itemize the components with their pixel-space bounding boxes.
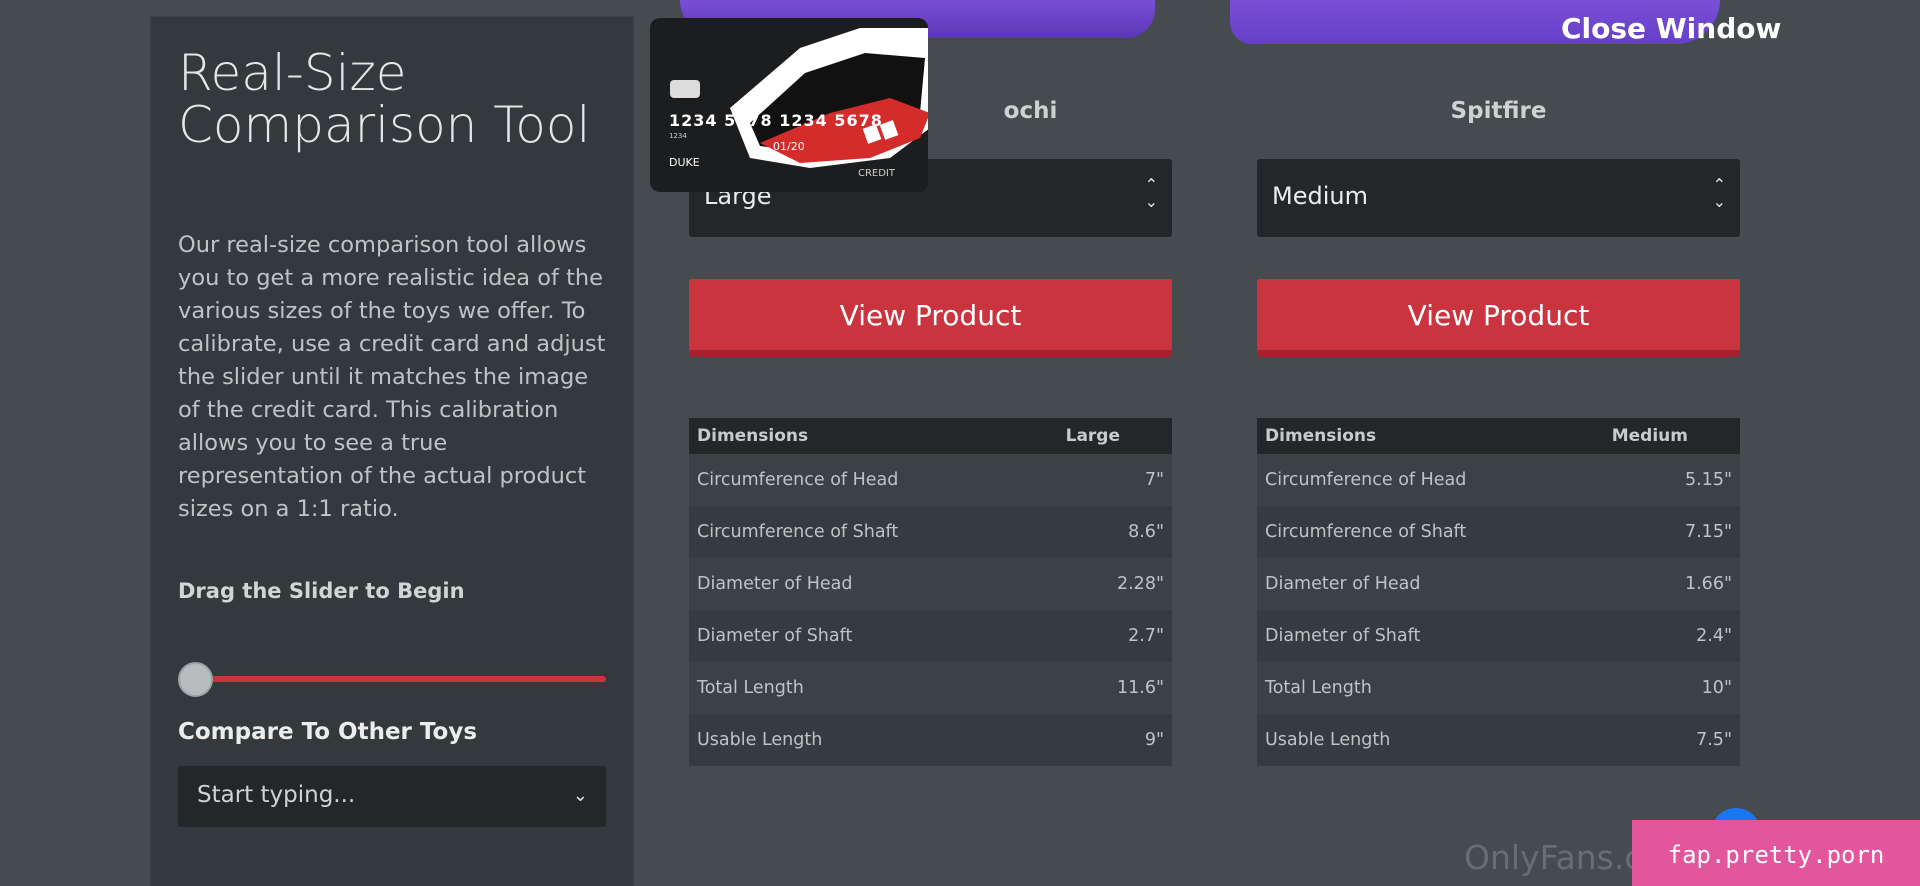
dimension-value: 2.28" bbox=[1052, 558, 1172, 610]
dimension-label: Total Length bbox=[689, 662, 1052, 714]
view-product-button[interactable]: View Product bbox=[1257, 279, 1740, 357]
dimension-value: 7.5" bbox=[1603, 714, 1740, 766]
compare-toys-select[interactable]: Start typing... ⌄ bbox=[178, 766, 606, 827]
product-column-left: ochi Large ⌃ ⌄ View Product Dimensions La… bbox=[689, 98, 1172, 766]
slider-label: Drag the Slider to Begin bbox=[178, 579, 465, 603]
product-column-right: Spitfire Medium ⌃ ⌄ View Product Dimensio… bbox=[1257, 98, 1740, 766]
table-row: Circumference of Shaft 7.15" bbox=[1257, 506, 1740, 558]
table-row: Total Length 10" bbox=[1257, 662, 1740, 714]
table-row: Usable Length 7.5" bbox=[1257, 714, 1740, 766]
select-arrows-icon: ⌃ ⌄ bbox=[1712, 175, 1726, 211]
calibration-slider[interactable] bbox=[178, 645, 606, 697]
dimension-label: Circumference of Shaft bbox=[1257, 506, 1604, 558]
table-header-size: Large bbox=[1052, 418, 1172, 454]
close-window-button[interactable]: Close Window bbox=[1561, 12, 1781, 45]
dimension-value: 8.6" bbox=[1052, 506, 1172, 558]
page-title: Real-Size Comparison Tool bbox=[178, 44, 591, 154]
tool-description: Our real-size comparison tool allows you… bbox=[178, 232, 606, 522]
slider-track[interactable] bbox=[194, 676, 606, 682]
product-name: Spitfire bbox=[1450, 98, 1547, 124]
card-expiry: 01/20 bbox=[773, 140, 805, 153]
sidebar-panel: Real-Size Comparison Tool Our real-size … bbox=[150, 16, 634, 886]
table-header-label: Dimensions bbox=[689, 418, 1052, 454]
dimensions-table: Dimensions Medium Circumference of Head 5… bbox=[1257, 418, 1740, 766]
table-header-size: Medium bbox=[1603, 418, 1740, 454]
table-row: Diameter of Shaft 2.7" bbox=[689, 610, 1172, 662]
site-badge: fap.pretty.porn bbox=[1632, 820, 1920, 886]
card-holder: DUKE bbox=[669, 156, 700, 169]
table-row: Diameter of Shaft 2.4" bbox=[1257, 610, 1740, 662]
slider-thumb[interactable] bbox=[178, 662, 213, 697]
dimension-label: Circumference of Shaft bbox=[689, 506, 1052, 558]
dimension-value: 7.15" bbox=[1603, 506, 1740, 558]
chevron-down-icon: ⌄ bbox=[572, 785, 588, 806]
card-type: CREDIT bbox=[857, 168, 895, 179]
dimension-value: 10" bbox=[1603, 662, 1740, 714]
dimension-label: Diameter of Head bbox=[1257, 558, 1604, 610]
watermark-text: OnlyFans.c bbox=[1464, 838, 1643, 877]
table-row: Diameter of Head 2.28" bbox=[689, 558, 1172, 610]
dimension-label: Diameter of Head bbox=[689, 558, 1052, 610]
dimensions-table: Dimensions Large Circumference of Head 7"… bbox=[689, 418, 1172, 766]
card-number: 1234 5678 1234 5678 bbox=[669, 111, 883, 130]
select-arrows-icon: ⌃ ⌄ bbox=[1144, 175, 1158, 211]
card-small-number: 1234 bbox=[669, 132, 687, 140]
view-product-button[interactable]: View Product bbox=[689, 279, 1172, 357]
credit-card-image: 1234 5678 1234 5678 1234 01/20 DUKE CRED… bbox=[650, 18, 928, 192]
dimension-value: 1.66" bbox=[1603, 558, 1740, 610]
dimension-label: Usable Length bbox=[1257, 714, 1604, 766]
dimension-value: 11.6" bbox=[1052, 662, 1172, 714]
dimension-label: Diameter of Shaft bbox=[1257, 610, 1604, 662]
table-row: Total Length 11.6" bbox=[689, 662, 1172, 714]
table-row: Usable Length 9" bbox=[689, 714, 1172, 766]
dimension-label: Circumference of Head bbox=[689, 454, 1052, 506]
size-select-value: Medium bbox=[1272, 182, 1368, 210]
dimension-label: Circumference of Head bbox=[1257, 454, 1604, 506]
table-header-label: Dimensions bbox=[1257, 418, 1604, 454]
card-chip-icon bbox=[670, 80, 700, 98]
table-row: Circumference of Head 7" bbox=[689, 454, 1172, 506]
card-art-icon bbox=[730, 28, 928, 168]
dimension-value: 2.7" bbox=[1052, 610, 1172, 662]
size-select[interactable]: Medium ⌃ ⌄ bbox=[1257, 159, 1740, 237]
dimension-value: 2.4" bbox=[1603, 610, 1740, 662]
dimension-label: Diameter of Shaft bbox=[689, 610, 1052, 662]
table-row: Diameter of Head 1.66" bbox=[1257, 558, 1740, 610]
table-row: Circumference of Shaft 8.6" bbox=[689, 506, 1172, 558]
compare-label: Compare To Other Toys bbox=[178, 719, 478, 745]
dimension-value: 9" bbox=[1052, 714, 1172, 766]
dimension-value: 7" bbox=[1052, 454, 1172, 506]
dimension-label: Total Length bbox=[1257, 662, 1604, 714]
compare-placeholder: Start typing... bbox=[197, 782, 356, 808]
dimension-label: Usable Length bbox=[689, 714, 1052, 766]
dimension-value: 5.15" bbox=[1603, 454, 1740, 506]
table-row: Circumference of Head 5.15" bbox=[1257, 454, 1740, 506]
